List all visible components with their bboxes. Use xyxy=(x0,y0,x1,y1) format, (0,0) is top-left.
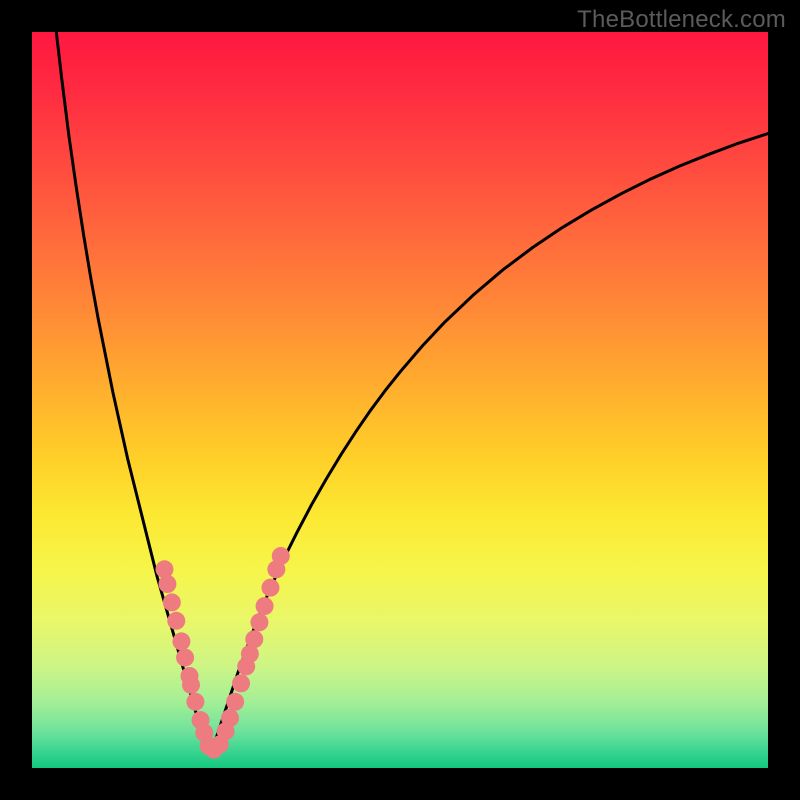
curves-svg xyxy=(32,32,768,768)
curve-dot xyxy=(163,593,181,611)
curve-dot xyxy=(158,575,176,593)
curve-dot xyxy=(186,693,204,711)
curve-dot xyxy=(226,693,244,711)
curve-dot xyxy=(182,676,200,694)
curve-dots xyxy=(155,547,289,759)
chart-frame: TheBottleneck.com xyxy=(0,0,800,800)
curve-dot xyxy=(172,632,190,650)
curve-dot xyxy=(167,612,185,630)
curve-dot xyxy=(232,674,250,692)
curve-dot xyxy=(250,613,268,631)
right-curve xyxy=(209,134,768,754)
curve-dot xyxy=(272,547,290,565)
curve-dot xyxy=(245,630,263,648)
watermark-text: TheBottleneck.com xyxy=(577,6,786,34)
curve-dot xyxy=(256,597,274,615)
curve-dot xyxy=(261,579,279,597)
curve-dot xyxy=(221,709,239,727)
plot-area xyxy=(32,32,768,768)
curve-dot xyxy=(176,649,194,667)
